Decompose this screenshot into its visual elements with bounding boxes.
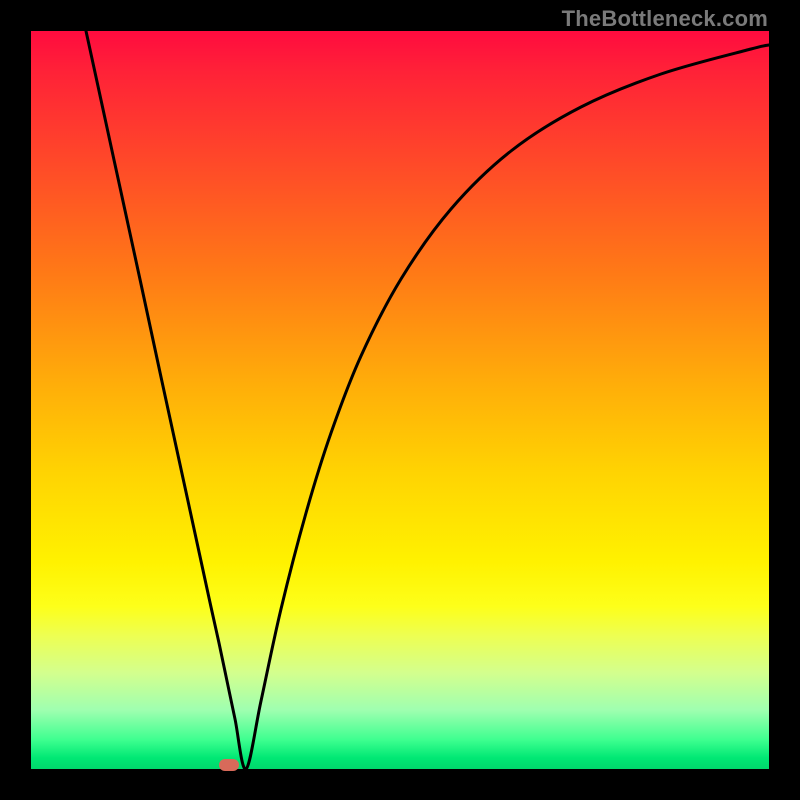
optimal-marker	[219, 759, 239, 771]
attribution-text: TheBottleneck.com	[562, 6, 768, 32]
plot-area	[31, 31, 769, 769]
